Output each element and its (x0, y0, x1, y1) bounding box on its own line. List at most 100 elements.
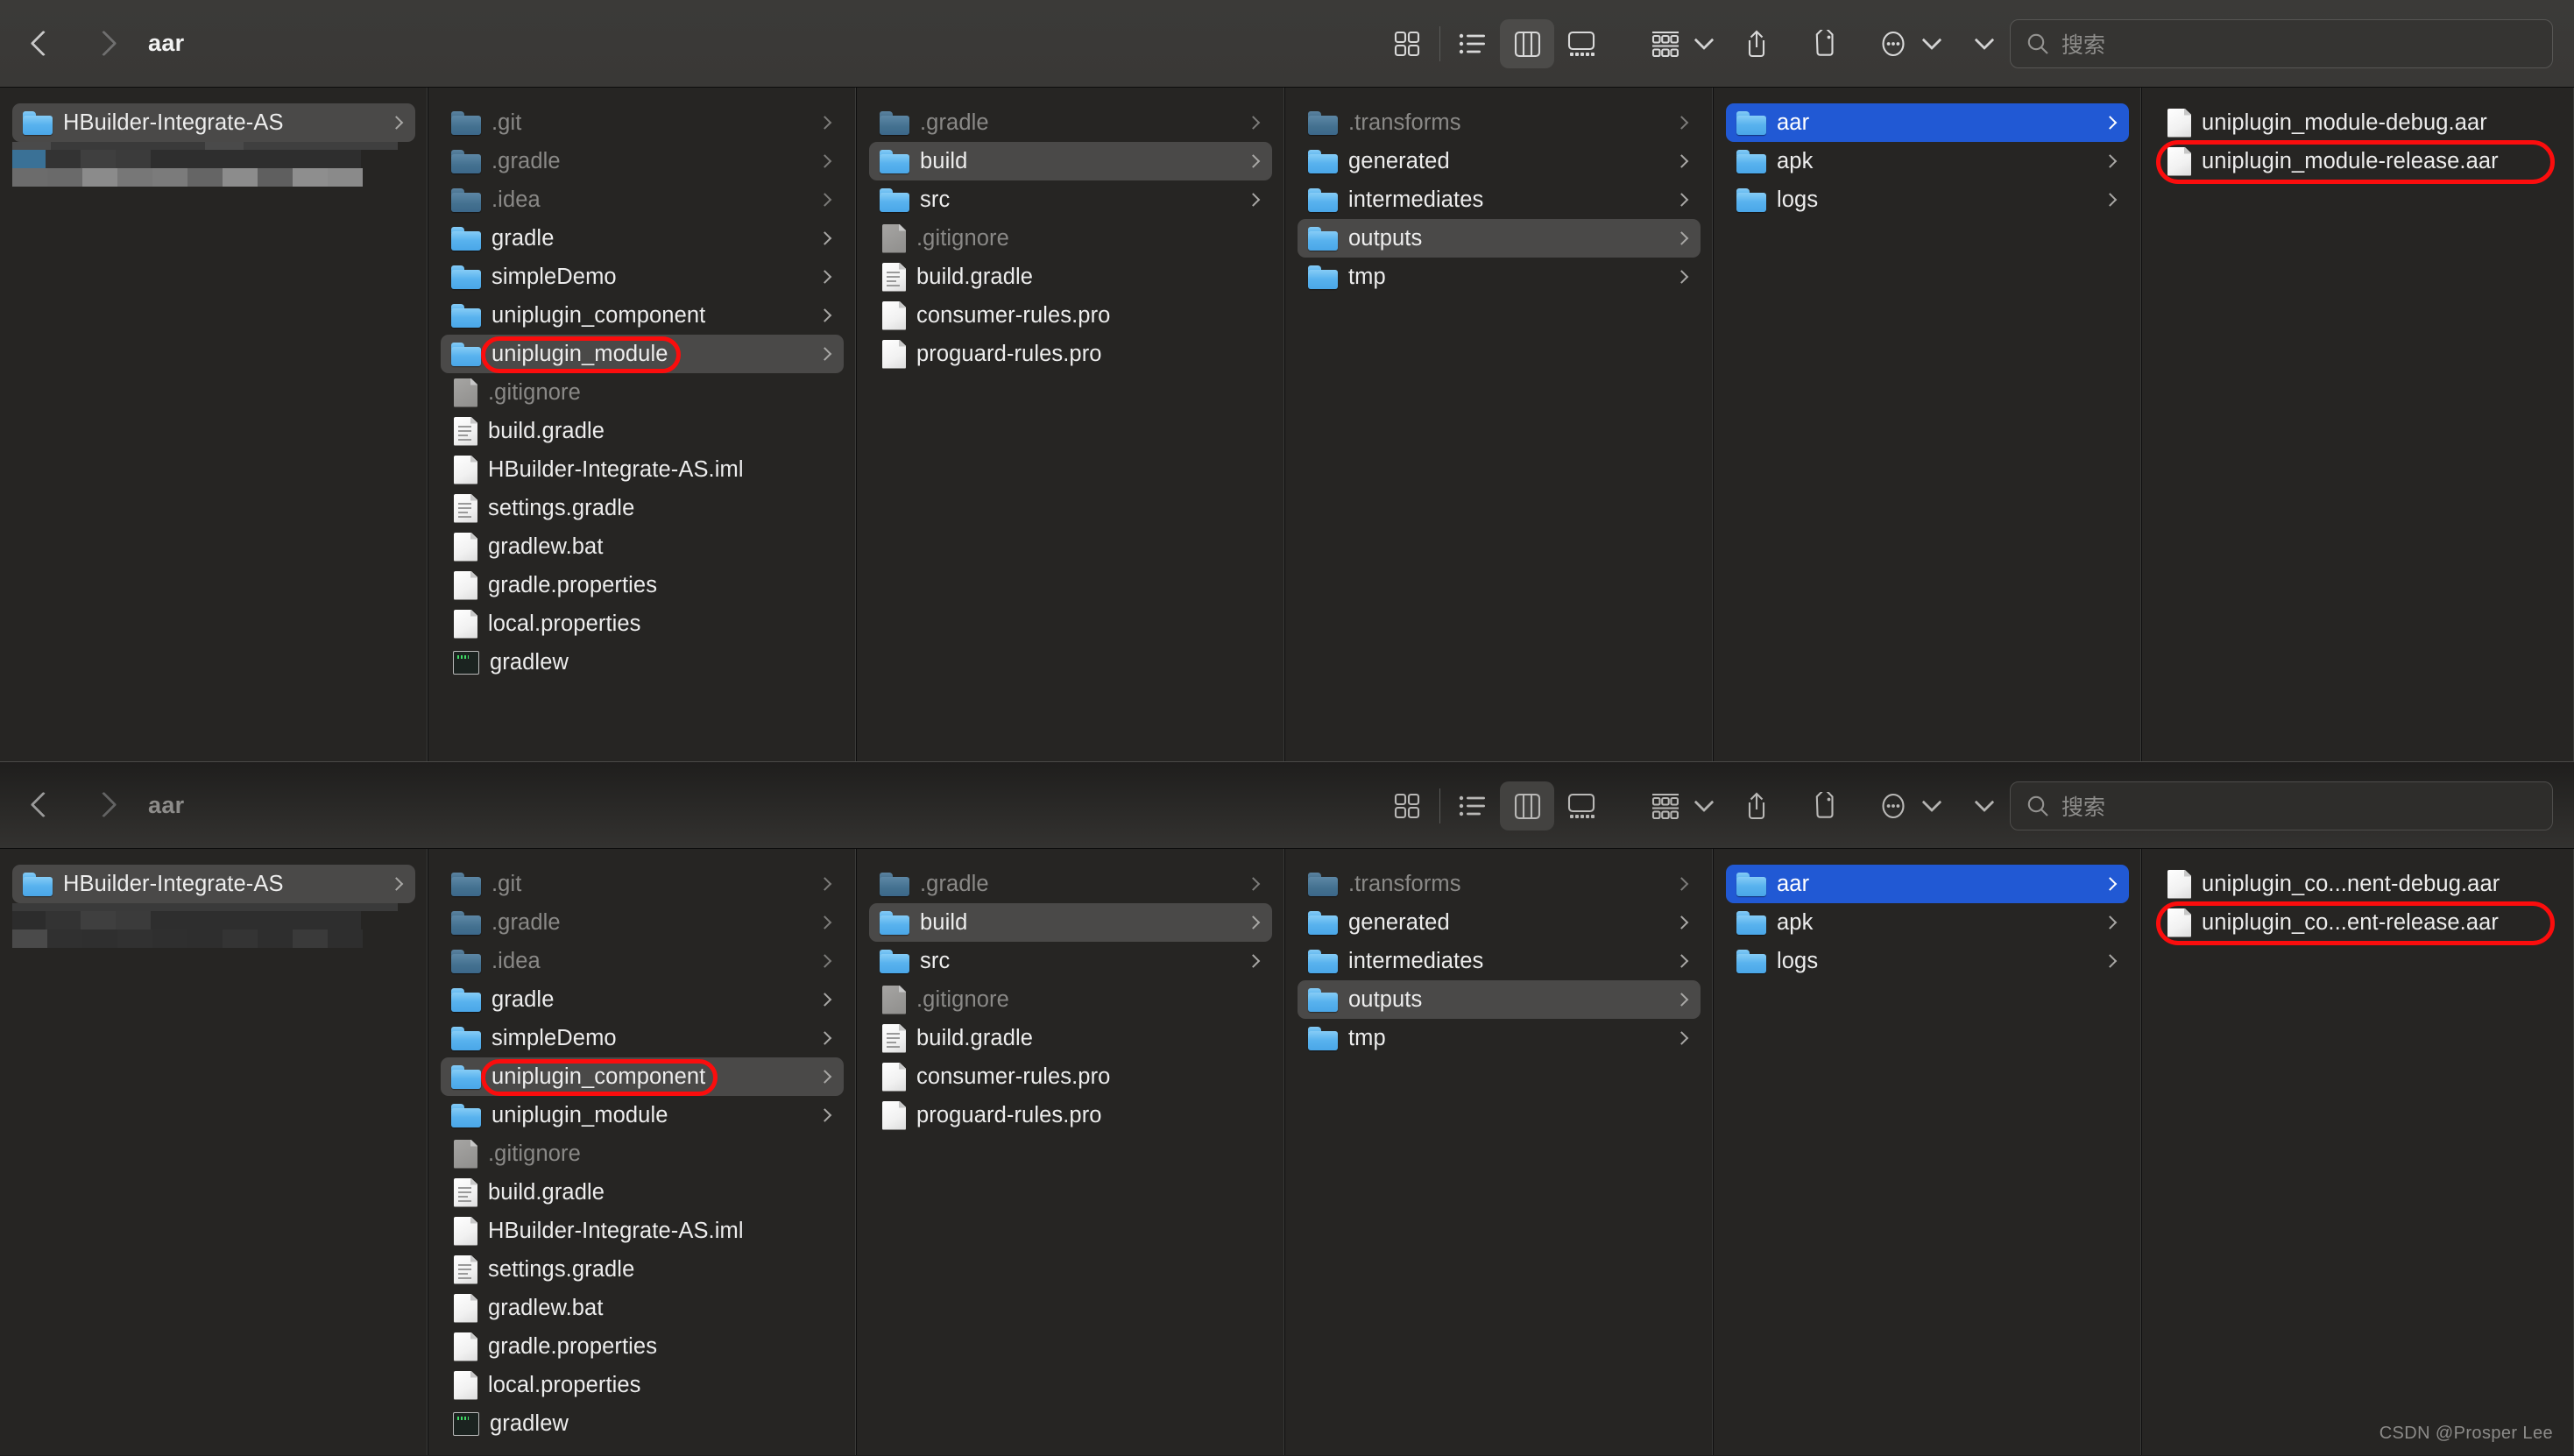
file-name: simpleDemo (491, 264, 617, 289)
file-row[interactable]: generated (1298, 903, 1701, 942)
file-row[interactable]: .gitignore (441, 1134, 844, 1173)
file-row[interactable]: .gradle (869, 865, 1272, 903)
expand-chevron-down-icon[interactable] (1973, 19, 1996, 68)
file-row[interactable]: local.properties (441, 604, 844, 643)
file-row[interactable]: HBuilder-Integrate-AS.iml (441, 1212, 844, 1250)
file-row[interactable]: gradle.properties (441, 566, 844, 604)
more-button[interactable] (1866, 781, 1920, 830)
file-row[interactable]: src (869, 180, 1272, 219)
file-row[interactable]: apk (1726, 903, 2129, 942)
file-row[interactable]: .gradle (441, 903, 844, 942)
file-row[interactable]: .gitignore (869, 980, 1272, 1019)
gallery-view-button[interactable] (1554, 781, 1609, 830)
column-view-button[interactable] (1500, 781, 1554, 830)
file-row[interactable]: .gitignore (441, 373, 844, 412)
file-row[interactable]: settings.gradle (441, 1250, 844, 1289)
forward-button[interactable] (90, 26, 113, 61)
file-row[interactable]: proguard-rules.pro (869, 1096, 1272, 1134)
file-row[interactable]: uniplugin_module (441, 335, 844, 373)
file-row[interactable]: gradle.properties (441, 1327, 844, 1366)
list-view-button[interactable] (1446, 19, 1500, 68)
file-name: build.gradle (488, 1179, 605, 1205)
file-row[interactable]: settings.gradle (441, 489, 844, 527)
file-row[interactable]: .transforms (1298, 103, 1701, 142)
list-view-button[interactable] (1446, 781, 1500, 830)
file-row[interactable]: build.gradle (869, 1019, 1272, 1057)
more-chevron-down-icon[interactable] (1920, 19, 1943, 68)
file-row[interactable]: .idea (441, 942, 844, 980)
search-input[interactable]: 搜索 (2010, 19, 2553, 68)
file-row[interactable]: gradlew (441, 643, 844, 682)
file-row[interactable]: uniplugin_co...nent-debug.aar (2154, 865, 2562, 903)
file-row[interactable]: proguard-rules.pro (869, 335, 1272, 373)
file-row[interactable]: .transforms (1298, 865, 1701, 903)
file-row[interactable]: tmp (1298, 258, 1701, 296)
file-row[interactable]: gradle (441, 980, 844, 1019)
back-button[interactable] (30, 26, 53, 61)
file-row[interactable]: gradlew (441, 1404, 844, 1443)
file-row[interactable]: outputs (1298, 980, 1701, 1019)
file-row[interactable]: gradle (441, 219, 844, 258)
file-row[interactable]: intermediates (1298, 180, 1701, 219)
file-row[interactable]: gradlew.bat (441, 1289, 844, 1327)
file-row[interactable]: build (869, 903, 1272, 942)
file-row[interactable]: src (869, 942, 1272, 980)
icon-view-button[interactable] (1380, 781, 1434, 830)
file-row[interactable]: build.gradle (441, 412, 844, 450)
file-row[interactable]: uniplugin_component (441, 1057, 844, 1096)
file-row[interactable]: .git (441, 865, 844, 903)
forward-button[interactable] (90, 788, 113, 823)
folder-icon (1308, 910, 1338, 935)
chevron-down-icon[interactable] (1693, 19, 1715, 68)
file-row[interactable]: uniplugin_module-release.aar (2154, 142, 2562, 180)
more-button[interactable] (1866, 19, 1920, 68)
file-row[interactable]: simpleDemo (441, 258, 844, 296)
file-row[interactable]: .git (441, 103, 844, 142)
divider (1439, 26, 1440, 61)
tag-button[interactable] (1798, 19, 1852, 68)
expand-chevron-down-icon[interactable] (1973, 781, 1996, 830)
file-row[interactable]: simpleDemo (441, 1019, 844, 1057)
column-view-button[interactable] (1500, 19, 1554, 68)
share-button[interactable] (1729, 781, 1784, 830)
file-row[interactable]: consumer-rules.pro (869, 296, 1272, 335)
file-row[interactable]: .idea (441, 180, 844, 219)
file-row[interactable]: uniplugin_co...ent-release.aar (2154, 903, 2562, 942)
file-row[interactable]: tmp (1298, 1019, 1701, 1057)
search-input[interactable]: 搜索 (2010, 781, 2553, 830)
file-row[interactable]: uniplugin_component (441, 296, 844, 335)
file-row[interactable]: logs (1726, 180, 2129, 219)
back-button[interactable] (30, 788, 53, 823)
file-row[interactable]: generated (1298, 142, 1701, 180)
gallery-view-button[interactable] (1554, 19, 1609, 68)
share-button[interactable] (1729, 19, 1784, 68)
file-row[interactable]: consumer-rules.pro (869, 1057, 1272, 1096)
file-row[interactable]: build (869, 142, 1272, 180)
group-by-button[interactable] (1638, 19, 1693, 68)
icon-view-button[interactable] (1380, 19, 1434, 68)
tag-button[interactable] (1798, 781, 1852, 830)
file-row[interactable]: aar (1726, 103, 2129, 142)
file-row[interactable]: outputs (1298, 219, 1701, 258)
file-row[interactable]: build.gradle (441, 1173, 844, 1212)
file-name: generated (1348, 909, 1450, 935)
more-chevron-down-icon[interactable] (1920, 781, 1943, 830)
file-row[interactable]: uniplugin_module-debug.aar (2154, 103, 2562, 142)
file-row[interactable]: logs (1726, 942, 2129, 980)
file-row[interactable]: HBuilder-Integrate-AS (12, 103, 415, 142)
file-row[interactable]: uniplugin_module (441, 1096, 844, 1134)
file-row[interactable]: aar (1726, 865, 2129, 903)
file-row[interactable]: HBuilder-Integrate-AS (12, 865, 415, 903)
file-row[interactable]: build.gradle (869, 258, 1272, 296)
file-row[interactable]: HBuilder-Integrate-AS.iml (441, 450, 844, 489)
file-row[interactable]: .gitignore (869, 219, 1272, 258)
file-row[interactable]: .gradle (441, 142, 844, 180)
group-by-button[interactable] (1638, 781, 1693, 830)
file-row[interactable]: intermediates (1298, 942, 1701, 980)
file-row[interactable]: .gradle (869, 103, 1272, 142)
file-row[interactable]: apk (1726, 142, 2129, 180)
chevron-down-icon[interactable] (1693, 781, 1715, 830)
file-name: build.gradle (488, 418, 605, 443)
file-row[interactable]: local.properties (441, 1366, 844, 1404)
file-row[interactable]: gradlew.bat (441, 527, 844, 566)
